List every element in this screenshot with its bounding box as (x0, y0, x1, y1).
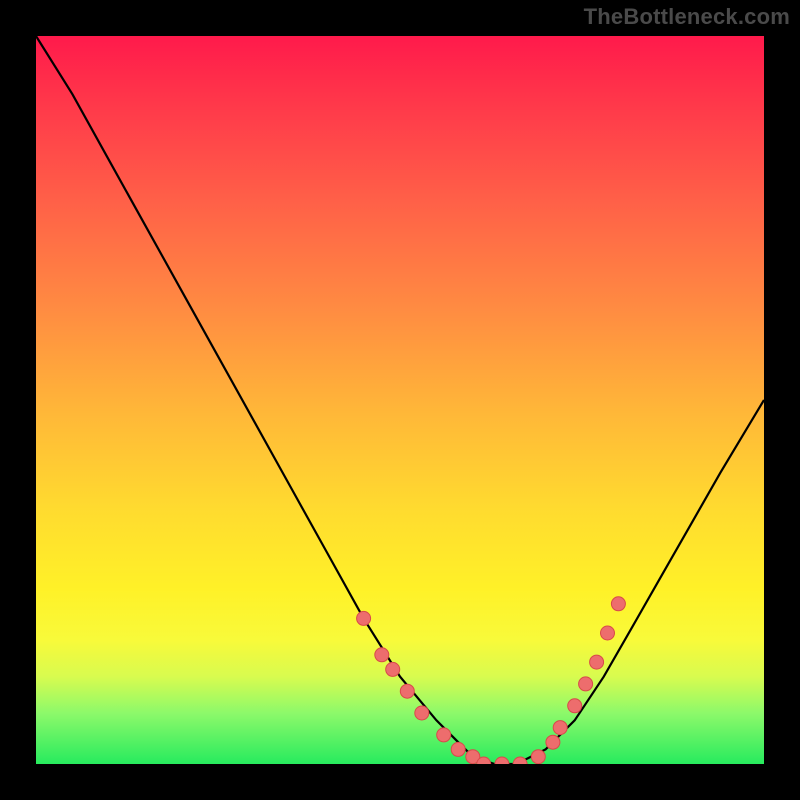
watermark-text: TheBottleneck.com (584, 4, 790, 30)
curve-marker (590, 655, 604, 669)
curve-marker (553, 721, 567, 735)
bottleneck-curve (36, 36, 764, 764)
curve-marker (437, 728, 451, 742)
curve-marker (568, 699, 582, 713)
chart-frame: TheBottleneck.com (0, 0, 800, 800)
curve-marker (601, 626, 615, 640)
curve-markers (357, 597, 626, 764)
curve-marker (357, 611, 371, 625)
curve-line (36, 36, 764, 764)
curve-marker (579, 677, 593, 691)
curve-marker (451, 742, 465, 756)
curve-marker (400, 684, 414, 698)
curve-marker (495, 757, 509, 764)
curve-marker (611, 597, 625, 611)
curve-marker (546, 735, 560, 749)
plot-area (36, 36, 764, 764)
curve-marker (386, 662, 400, 676)
curve-marker (513, 757, 527, 764)
curve-marker (375, 648, 389, 662)
curve-marker (531, 750, 545, 764)
curve-marker (415, 706, 429, 720)
